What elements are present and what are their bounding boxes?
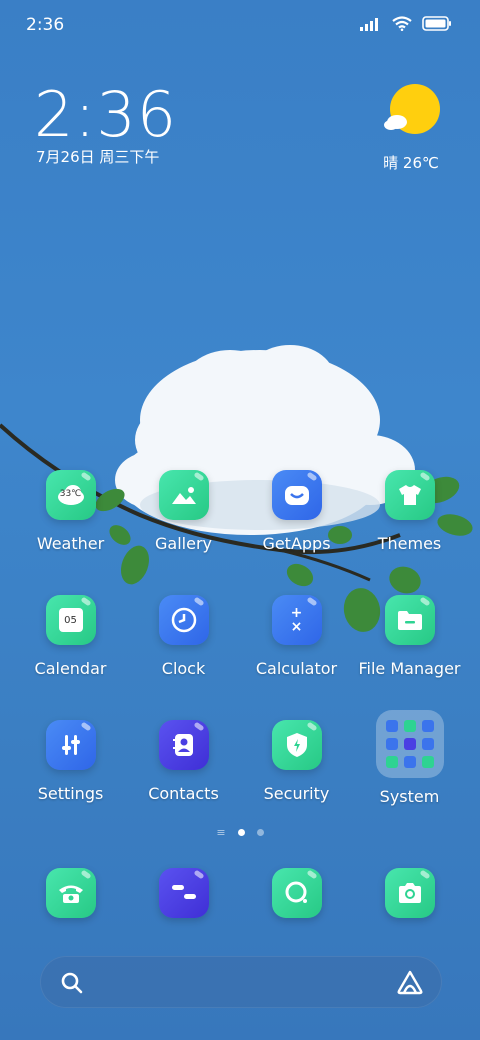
app-calculator[interactable]: + × Calculator	[240, 595, 353, 678]
dock-messages[interactable]	[127, 868, 240, 918]
status-time: 2:36	[26, 15, 65, 35]
browser-icon[interactable]	[271, 868, 322, 918]
search-bar[interactable]	[40, 956, 442, 1008]
page-indicator-feed-icon: ≡	[216, 826, 226, 839]
assistant-icon[interactable]	[396, 969, 424, 995]
app-file-manager[interactable]: File Manager	[353, 595, 466, 678]
app-label: Contacts	[148, 784, 219, 803]
app-calendar[interactable]: 05 Calendar	[14, 595, 127, 678]
security-icon[interactable]	[271, 720, 322, 770]
dock-camera[interactable]	[353, 868, 466, 918]
sunny-cloud-icon	[384, 84, 440, 134]
calendar-icon-badge: 05	[58, 608, 83, 632]
wifi-icon	[392, 16, 412, 31]
app-label: Gallery	[155, 534, 212, 553]
app-weather[interactable]: 33℃ Weather	[14, 470, 127, 553]
signal-icon	[360, 17, 378, 31]
app-system-folder[interactable]: System	[353, 710, 466, 806]
clock-widget-time[interactable]: 2:36	[34, 78, 177, 151]
dock-phone[interactable]	[14, 868, 127, 918]
battery-icon	[422, 16, 451, 31]
status-bar: 2:36	[0, 0, 480, 50]
search-icon[interactable]	[60, 971, 84, 995]
app-themes[interactable]: Themes	[353, 470, 466, 553]
app-gallery[interactable]: Gallery	[127, 470, 240, 553]
app-label: System	[379, 787, 440, 806]
app-label: Security	[263, 784, 330, 803]
contacts-icon[interactable]	[158, 720, 209, 770]
system-folder-icon[interactable]	[375, 710, 444, 778]
phone-icon[interactable]	[45, 868, 96, 918]
app-label: Themes	[377, 534, 442, 553]
app-label: Calculator	[255, 659, 338, 678]
clock-widget-date[interactable]: 7月26日 周三下午	[36, 146, 159, 167]
page-indicator[interactable]: ≡	[0, 826, 480, 839]
themes-icon[interactable]	[384, 470, 435, 520]
page-dot-active	[237, 829, 245, 836]
weather-icon-badge: 33℃	[59, 489, 82, 499]
app-settings[interactable]: Settings	[14, 720, 127, 803]
app-label: Settings	[37, 784, 104, 803]
app-label: GetApps	[262, 534, 331, 553]
page-dot	[256, 829, 264, 836]
weather-icon[interactable]: 33℃	[45, 470, 96, 520]
messages-icon[interactable]	[158, 868, 209, 918]
folder-icon[interactable]	[384, 595, 435, 645]
app-getapps[interactable]: GetApps	[240, 470, 353, 553]
clock-icon[interactable]	[158, 595, 209, 645]
calculator-icon[interactable]: + ×	[271, 595, 322, 645]
app-label: Weather	[36, 534, 105, 553]
settings-icon[interactable]	[45, 720, 96, 770]
dock-browser[interactable]	[240, 868, 353, 918]
getapps-icon[interactable]	[271, 470, 322, 520]
app-clock[interactable]: Clock	[127, 595, 240, 678]
camera-icon[interactable]	[384, 868, 435, 918]
status-icons	[360, 16, 452, 31]
weather-widget[interactable]: 晴 26℃	[376, 84, 446, 173]
gallery-icon[interactable]	[158, 470, 209, 520]
app-contacts[interactable]: Contacts	[127, 720, 240, 803]
weather-widget-temp: 晴 26℃	[383, 154, 439, 172]
calendar-icon[interactable]: 05	[45, 595, 96, 645]
app-label: Calendar	[34, 659, 107, 678]
app-security[interactable]: Security	[240, 720, 353, 803]
app-label: File Manager	[358, 659, 461, 678]
app-label: Clock	[161, 659, 206, 678]
